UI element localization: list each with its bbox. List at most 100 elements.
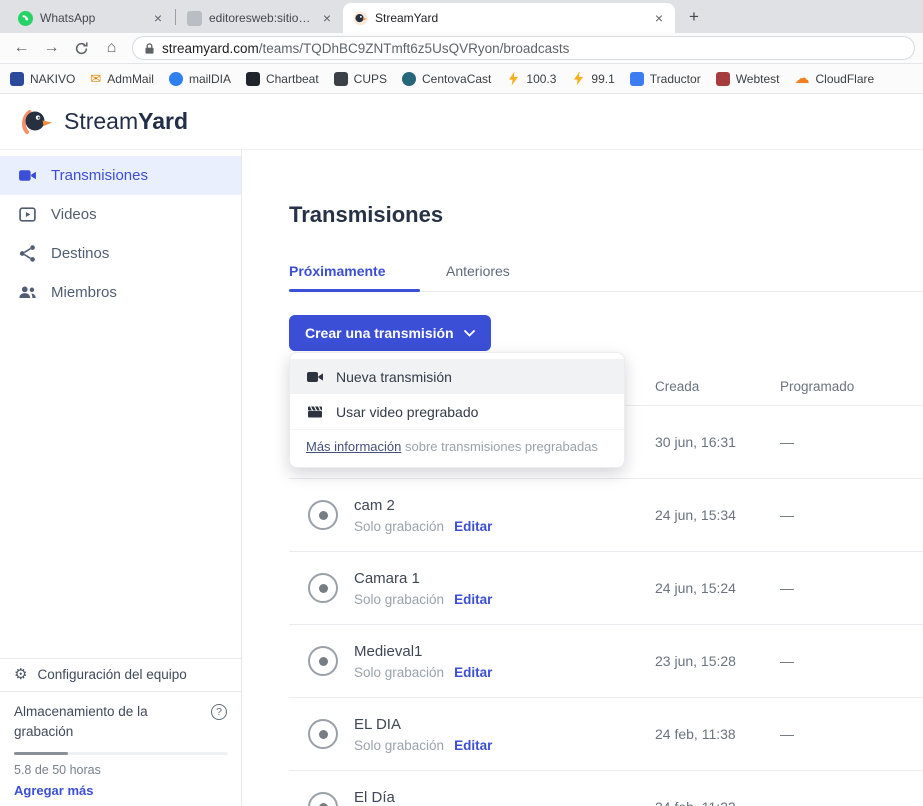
tab-strip: WhatsApp × editoresweb:sitioweb:eldia.co…	[0, 0, 923, 33]
edit-link[interactable]: Editar	[454, 592, 492, 607]
address-bar[interactable]: streamyard.com/teams/TQDhBC9ZNTmft6z5UsQ…	[132, 36, 915, 60]
share-icon	[18, 244, 37, 263]
broadcast-title: cam 2	[354, 497, 492, 514]
lightning-icon	[506, 72, 520, 86]
site-icon	[187, 11, 202, 26]
close-tab-icon[interactable]: ×	[150, 10, 166, 26]
bookmark-radio-99-1[interactable]: 99.1	[571, 72, 614, 86]
broadcast-subtitle: Solo grabación	[354, 665, 444, 680]
tab-title: StreamYard	[375, 11, 644, 25]
url-path: /teams/TQDhBC9ZNTmft6z5UsQVRyon/broadcas…	[259, 41, 570, 56]
new-tab-button[interactable]: +	[681, 4, 707, 30]
bookmark-nakivo[interactable]: NAKIVO	[10, 72, 75, 86]
brand-text: StreamYard	[64, 108, 188, 135]
created-cell: 30 jun, 16:31	[655, 434, 780, 450]
record-icon	[308, 719, 338, 749]
bookmark-centovacast[interactable]: CentovaCast	[402, 72, 491, 86]
reload-button[interactable]	[68, 35, 95, 61]
bookmark-label: Webtest	[736, 72, 780, 86]
url-text: streamyard.com/teams/TQDhBC9ZNTmft6z5UsQ…	[162, 41, 569, 56]
bookmark-label: mailDIA	[189, 72, 231, 86]
add-more-link[interactable]: Agregar más	[14, 783, 227, 798]
storage-section: Almacenamiento de la grabación ? 5.8 de …	[0, 692, 241, 806]
bookmark-maildia[interactable]: mailDIA	[169, 72, 231, 86]
browser-window: WhatsApp × editoresweb:sitioweb:eldia.co…	[0, 0, 923, 806]
bookmark-cloudflare[interactable]: ☁CloudFlare	[795, 71, 875, 86]
menu-item-label: Nueva transmisión	[336, 369, 452, 385]
broadcast-tabs: Próximamente Anteriores	[289, 263, 923, 292]
sidebar-footer: ⚙ Configuración del equipo Almacenamient…	[0, 658, 241, 806]
duck-logo-icon	[20, 105, 54, 139]
chartbeat-icon	[246, 72, 260, 86]
browser-tab-eldia[interactable]: editoresweb:sitioweb:eldia.co ×	[177, 3, 343, 33]
envelope-icon: ✉	[90, 72, 101, 85]
column-scheduled: Programado	[780, 379, 923, 394]
home-button[interactable]: ⌂	[98, 35, 125, 61]
gear-icon: ⚙	[14, 667, 27, 682]
edit-link[interactable]: Editar	[454, 665, 492, 680]
broadcast-title: EL DIA	[354, 716, 492, 733]
bookmark-label: 100.3	[526, 72, 556, 86]
sidebar-item-transmisiones[interactable]: Transmisiones	[0, 156, 241, 195]
brand-part-yard: Yard	[138, 108, 188, 134]
scheduled-cell: —	[780, 799, 923, 806]
close-tab-icon[interactable]: ×	[651, 10, 667, 26]
sidebar-item-label: Transmisiones	[51, 167, 148, 184]
nakivo-icon	[10, 72, 24, 86]
bookmark-radio-100-3[interactable]: 100.3	[506, 72, 556, 86]
bookmark-label: CloudFlare	[816, 72, 875, 86]
bookmark-label: Chartbeat	[266, 72, 319, 86]
bookmark-traductor[interactable]: Traductor	[630, 72, 701, 86]
scheduled-cell: —	[780, 580, 923, 596]
bookmark-webtest[interactable]: Webtest	[716, 72, 780, 86]
bookmark-label: CentovaCast	[422, 72, 491, 86]
record-icon	[308, 573, 338, 603]
tab-title: WhatsApp	[40, 11, 143, 25]
forward-button[interactable]: →	[38, 35, 65, 61]
lock-icon	[144, 42, 155, 55]
table-row: cam 2 Solo grabaciónEditar 24 jun, 15:34…	[289, 479, 923, 552]
menu-item-new-broadcast[interactable]: Nueva transmisión	[290, 359, 624, 394]
sidebar-item-label: Miembros	[51, 284, 117, 301]
members-icon	[18, 283, 37, 302]
edit-link[interactable]: Editar	[454, 519, 492, 534]
create-broadcast-button[interactable]: Crear una transmisión	[289, 315, 491, 351]
more-info-link[interactable]: Más información	[306, 439, 401, 454]
browser-tab-whatsapp[interactable]: WhatsApp ×	[8, 3, 174, 33]
sidebar-item-destinos[interactable]: Destinos	[0, 234, 241, 273]
sidebar-item-miembros[interactable]: Miembros	[0, 273, 241, 312]
video-camera-icon	[306, 368, 324, 386]
sidebar-item-label: Destinos	[51, 245, 109, 262]
record-icon	[308, 500, 338, 530]
broadcast-title: Camara 1	[354, 570, 492, 587]
menu-item-prerecorded-video[interactable]: Usar video pregrabado	[290, 394, 624, 429]
broadcast-subtitle: Solo grabación	[354, 592, 444, 607]
bookmark-label: 99.1	[591, 72, 614, 86]
video-library-icon	[18, 205, 37, 224]
create-broadcast-label: Crear una transmisión	[305, 325, 454, 341]
create-broadcast-menu: Nueva transmisión Usar video pregrabado …	[289, 352, 625, 468]
edit-link[interactable]: Editar	[454, 738, 492, 753]
team-settings-button[interactable]: ⚙ Configuración del equipo	[0, 658, 241, 692]
close-tab-icon[interactable]: ×	[319, 10, 335, 26]
bookmark-label: CUPS	[354, 72, 387, 86]
translator-icon	[630, 72, 644, 86]
tab-proximamente[interactable]: Próximamente	[289, 263, 420, 291]
help-icon[interactable]: ?	[211, 704, 227, 720]
tab-anteriores[interactable]: Anteriores	[446, 263, 577, 291]
broadcast-title: Medieval1	[354, 643, 492, 660]
page-title: Transmisiones	[289, 202, 923, 228]
bookmark-cups[interactable]: CUPS	[334, 72, 387, 86]
tab-title: editoresweb:sitioweb:eldia.co	[209, 11, 312, 25]
table-row: Medieval1 Solo grabaciónEditar 23 jun, 1…	[289, 625, 923, 698]
bookmark-admmail[interactable]: ✉AdmMail	[90, 72, 154, 86]
browser-tab-streamyard[interactable]: StreamYard ×	[343, 3, 675, 33]
maildia-icon	[169, 72, 183, 86]
brand-part-stream: Stream	[64, 108, 138, 134]
back-button[interactable]: ←	[8, 35, 35, 61]
record-icon	[308, 792, 338, 806]
sidebar-item-videos[interactable]: Videos	[0, 195, 241, 234]
browser-toolbar: ← → ⌂ streamyard.com/teams/TQDhBC9ZNTmft…	[0, 33, 923, 64]
bookmark-chartbeat[interactable]: Chartbeat	[246, 72, 319, 86]
streamyard-logo[interactable]: StreamYard	[20, 105, 188, 139]
